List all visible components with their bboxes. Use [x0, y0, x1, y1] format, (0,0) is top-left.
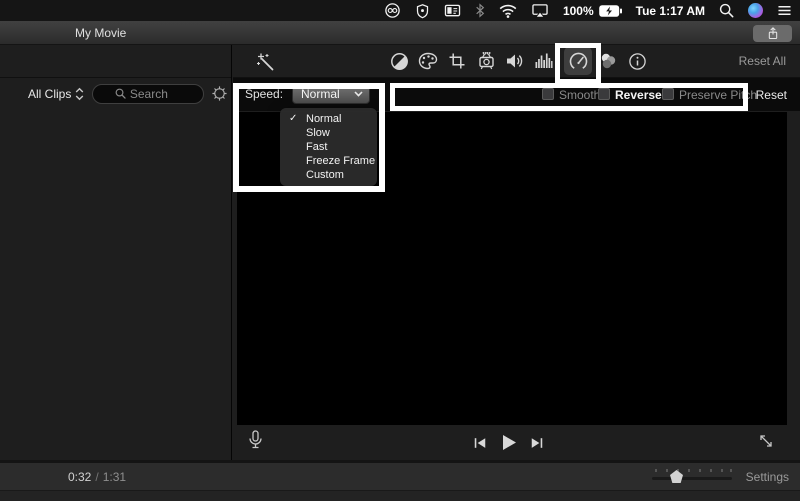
browser-settings-gear-icon[interactable]: [211, 85, 228, 102]
enhance-wand-icon[interactable]: [253, 49, 277, 73]
speed-dropdown-menu: ✓ Normal Slow Fast Freeze Frame Custom: [280, 108, 377, 186]
bluetooth-icon[interactable]: [475, 3, 485, 18]
stabilization-camera-icon[interactable]: [474, 49, 498, 73]
macos-menubar: 100% Tue 1:17 AM: [0, 0, 800, 21]
slider-tick: [666, 469, 668, 472]
preserve-pitch-checkbox[interactable]: [662, 88, 674, 100]
search-field[interactable]: [92, 83, 205, 104]
color-balance-icon[interactable]: [387, 49, 411, 73]
info-icon[interactable]: [625, 49, 649, 73]
bottom-bar: 0:32 / 1:31 Settings: [0, 460, 800, 501]
slider-track: [652, 477, 732, 480]
window-titlebar: My Movie: [0, 21, 800, 45]
spotlight-search-icon[interactable]: [719, 3, 734, 18]
search-icon: [115, 88, 126, 99]
menu-item-normal[interactable]: ✓ Normal: [280, 112, 377, 126]
speed-speedometer-icon[interactable]: [564, 47, 592, 75]
skip-to-end-button[interactable]: [530, 436, 544, 450]
bottom-bar-main: 0:32 / 1:31 Settings: [0, 463, 800, 490]
chevron-up-down-icon[interactable]: [75, 87, 84, 101]
project-title: My Movie: [75, 26, 127, 40]
smooth-label: Smooth: [559, 88, 601, 102]
current-time: 0:32: [68, 470, 92, 484]
timeline-settings-button[interactable]: Settings: [746, 470, 789, 484]
share-button[interactable]: [753, 25, 792, 42]
wifi-icon[interactable]: [499, 4, 517, 18]
menu-item-custom[interactable]: Custom: [280, 168, 377, 182]
transport-controls: [473, 433, 544, 452]
speed-control-bar: Speed: Normal Smooth Reverse Preserve Pi…: [233, 78, 800, 111]
preserve-pitch-label: Preserve Pitch: [679, 88, 758, 102]
reverse-label: Reverse: [615, 88, 662, 102]
speed-popup-button[interactable]: Normal: [292, 84, 370, 104]
voiceover-mic-icon[interactable]: [248, 430, 263, 451]
browser-toolbar-spacer: [0, 45, 231, 78]
slider-tick: [721, 469, 723, 472]
skip-to-start-button[interactable]: [473, 436, 487, 450]
speed-label: Speed:: [245, 87, 284, 101]
menubar-clock[interactable]: Tue 1:17 AM: [636, 4, 705, 18]
battery-icon: [598, 4, 622, 17]
menu-item-fast[interactable]: Fast: [280, 140, 377, 154]
noise-eq-bars-icon[interactable]: [531, 49, 555, 73]
total-time: 1:31: [102, 470, 127, 484]
adjust-toolbar: Reset All: [233, 45, 800, 78]
slider-tick: [730, 469, 732, 472]
airplay-display-icon[interactable]: [531, 3, 549, 18]
slider-tick: [699, 469, 701, 472]
slider-thumb[interactable]: [670, 470, 683, 483]
menu-item-slow[interactable]: Slow: [280, 126, 377, 140]
slider-tick: [710, 469, 712, 472]
time-separator: /: [95, 470, 99, 484]
timecode: 0:32 / 1:31: [68, 470, 126, 484]
media-browser-sidebar: All Clips: [0, 45, 232, 460]
color-correction-palette-icon[interactable]: [416, 49, 440, 73]
fullscreen-icon[interactable]: [758, 433, 774, 449]
timeline-zoom-slider[interactable]: [652, 463, 732, 490]
volume-speaker-icon[interactable]: [502, 49, 526, 73]
play-button[interactable]: [499, 433, 518, 452]
crop-icon[interactable]: [445, 49, 469, 73]
app-window-icon[interactable]: [444, 3, 461, 18]
slider-tick: [655, 469, 657, 472]
battery-status[interactable]: 100%: [563, 4, 622, 18]
battery-percent-label: 100%: [562, 3, 594, 18]
slider-tick: [688, 469, 690, 472]
menu-item-freeze-frame[interactable]: Freeze Frame: [280, 154, 377, 168]
clip-filter-circles-icon[interactable]: [596, 49, 620, 73]
timeline-edge-strip: [0, 490, 800, 501]
siri-icon[interactable]: [748, 3, 763, 18]
browser-filter-row: All Clips: [0, 78, 231, 109]
search-input[interactable]: [129, 86, 182, 101]
shield-icon[interactable]: [415, 3, 430, 19]
notification-center-icon[interactable]: [777, 4, 792, 17]
chevron-down-icon: [354, 91, 363, 97]
smooth-checkbox[interactable]: [542, 88, 554, 100]
reset-all-button[interactable]: Reset All: [739, 54, 786, 68]
share-icon: [767, 27, 779, 40]
speed-reset-button[interactable]: Reset: [756, 88, 787, 102]
checkmark-icon: ✓: [289, 113, 298, 124]
reverse-checkbox[interactable]: [598, 88, 610, 100]
clip-filter-select[interactable]: All Clips: [28, 87, 71, 101]
creative-cloud-icon[interactable]: [384, 2, 401, 19]
speed-popup-value: Normal: [301, 87, 340, 101]
